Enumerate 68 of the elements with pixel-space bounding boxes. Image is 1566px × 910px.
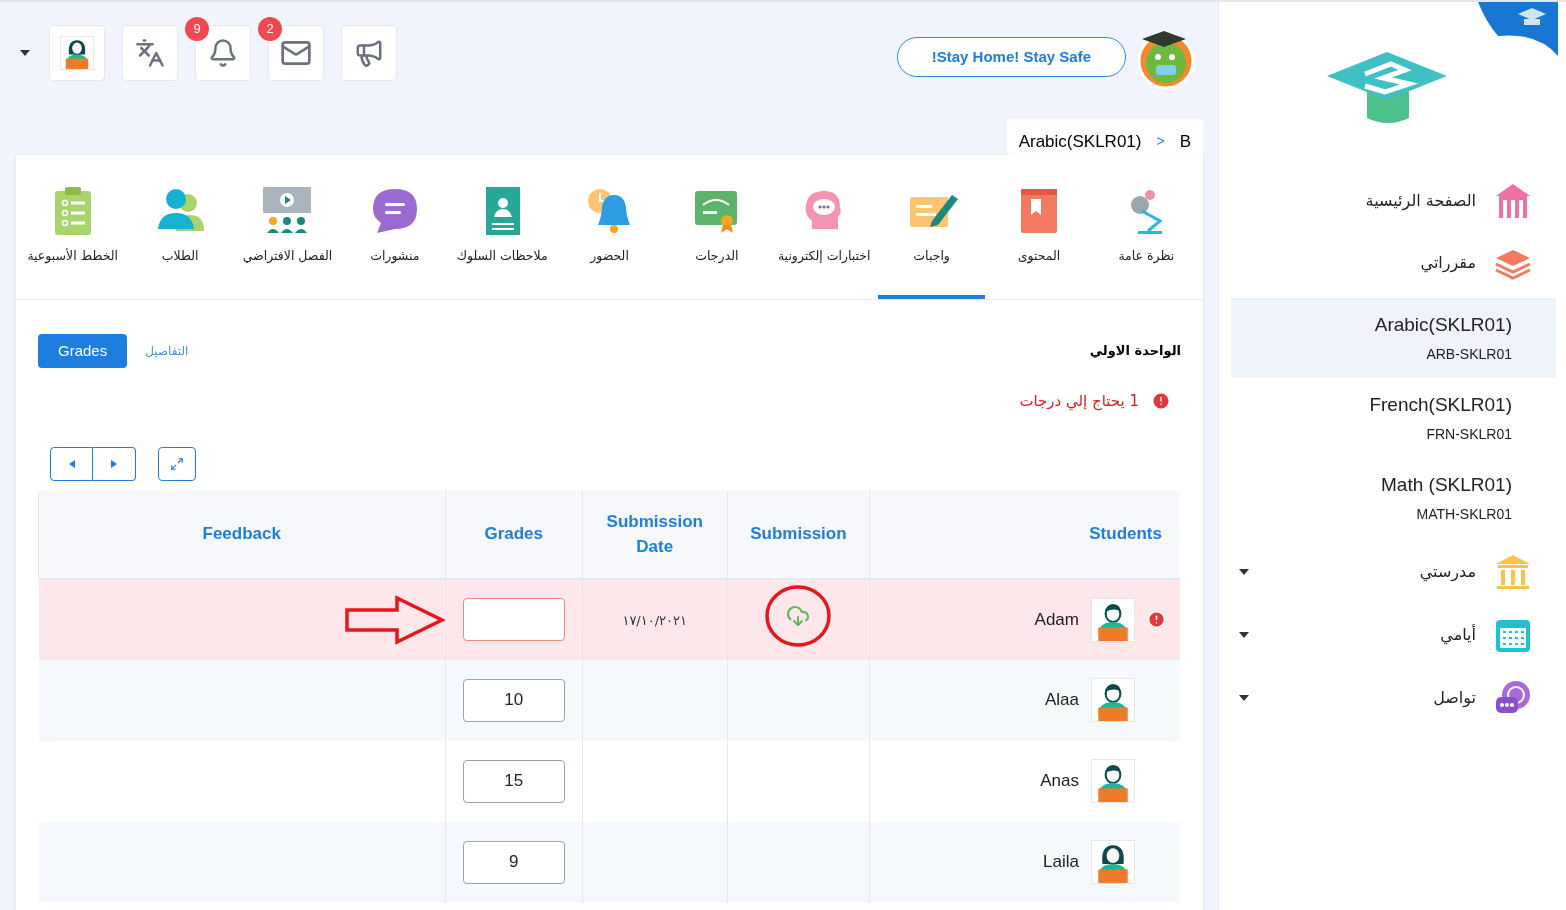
dropdown-caret-icon xyxy=(20,50,30,56)
course-tab[interactable]: الحضور xyxy=(555,155,664,299)
sidebar-nav-item[interactable]: الصفحة الرئيسية xyxy=(1219,170,1532,232)
column-header: Grades xyxy=(445,490,583,579)
student-name: Laila xyxy=(1043,851,1079,874)
bell-button[interactable] xyxy=(195,25,251,81)
course-tab[interactable]: اختبارات إلكترونية xyxy=(770,155,878,299)
course-tab[interactable]: الطلاب xyxy=(126,155,234,299)
sidebar-group[interactable]: مدرستي xyxy=(1239,540,1532,603)
grade-input[interactable]: 9 xyxy=(462,840,565,884)
course-tab[interactable]: الدرجات xyxy=(663,155,771,299)
student-name: Alaa xyxy=(1044,689,1079,712)
columns-building-icon xyxy=(1494,552,1532,591)
right-triangle-icon xyxy=(111,459,117,468)
student-avatar-icon xyxy=(1091,840,1135,884)
grade-input[interactable]: 10 xyxy=(462,678,565,722)
scroll-left-button[interactable] xyxy=(50,446,93,481)
school-building-icon xyxy=(1494,182,1532,220)
sidebar-group[interactable]: أيامي xyxy=(1239,603,1532,666)
submission-date: ١٧/١٠/٢٠٢١ xyxy=(622,612,688,628)
column-header: Submission Date xyxy=(582,490,728,579)
course-tab[interactable]: ملاحظات السلوك xyxy=(448,155,556,299)
student-avatar-icon xyxy=(1091,759,1135,803)
left-triangle-icon xyxy=(68,459,75,468)
alert-icon xyxy=(1147,610,1166,629)
grade-input[interactable]: 15 xyxy=(462,759,565,803)
expand-caret-icon xyxy=(1239,631,1249,638)
teacher-button[interactable] xyxy=(49,25,105,81)
student-avatar-icon xyxy=(60,36,94,70)
course-tab[interactable]: الفصل الافتراضي xyxy=(233,155,342,299)
sidebar-nav-item[interactable]: مقرراتي xyxy=(1219,232,1532,294)
grading-alert-text: 1 يحتاج إلي درجات xyxy=(1019,391,1139,413)
expand-icon xyxy=(170,456,184,471)
student-avatar-icon xyxy=(1091,597,1135,642)
expand-button[interactable] xyxy=(158,446,196,481)
column-header: Students xyxy=(869,490,1180,579)
unit-title: الواحدة الاولي xyxy=(1089,342,1181,361)
view-link[interactable]: التفاصيل xyxy=(145,342,189,360)
translate-button[interactable] xyxy=(122,25,178,81)
expand-caret-icon xyxy=(1239,568,1249,575)
alert-icon xyxy=(1151,391,1171,412)
course-tab[interactable]: منشورات xyxy=(341,155,449,299)
column-header: Feedback xyxy=(38,490,445,579)
breadcrumb-item[interactable]: B xyxy=(1179,128,1191,155)
breadcrumb-item[interactable]: Arabic(SKLR01) xyxy=(1018,128,1142,155)
mail-button[interactable] xyxy=(268,25,324,81)
course-tab[interactable]: واجبات xyxy=(877,155,986,299)
course-tab[interactable]: الخطط الأسبوعية xyxy=(19,155,127,299)
course-item[interactable]: Arabic(SKLR01) ARB-SKLR01 xyxy=(1231,298,1556,378)
student-name: Anas xyxy=(1040,770,1079,793)
notification-badge: 2 xyxy=(258,17,282,41)
notification-badge: 9 xyxy=(185,17,209,41)
scroll-right-button[interactable] xyxy=(93,446,136,481)
expand-caret-icon xyxy=(1239,694,1249,701)
bell-icon xyxy=(208,38,238,68)
column-header: Submission xyxy=(727,490,870,579)
course-tab[interactable]: المحتوى xyxy=(985,155,1093,299)
student-name: Adam xyxy=(1034,608,1079,631)
course-tab[interactable]: نظرة عامة xyxy=(1092,155,1200,299)
grade-input[interactable] xyxy=(462,598,565,641)
megaphone-icon xyxy=(354,38,384,68)
megaphone-button[interactable] xyxy=(341,25,397,81)
student-avatar-icon xyxy=(1091,678,1135,722)
breadcrumb-separator: > xyxy=(1156,132,1165,151)
stay-safe-banner[interactable]: !Stay Home! Stay Safe xyxy=(896,37,1126,77)
sidebar-group[interactable]: تواصل xyxy=(1239,666,1532,729)
translate-icon xyxy=(135,38,165,68)
view-button[interactable]: Grades xyxy=(38,334,128,368)
